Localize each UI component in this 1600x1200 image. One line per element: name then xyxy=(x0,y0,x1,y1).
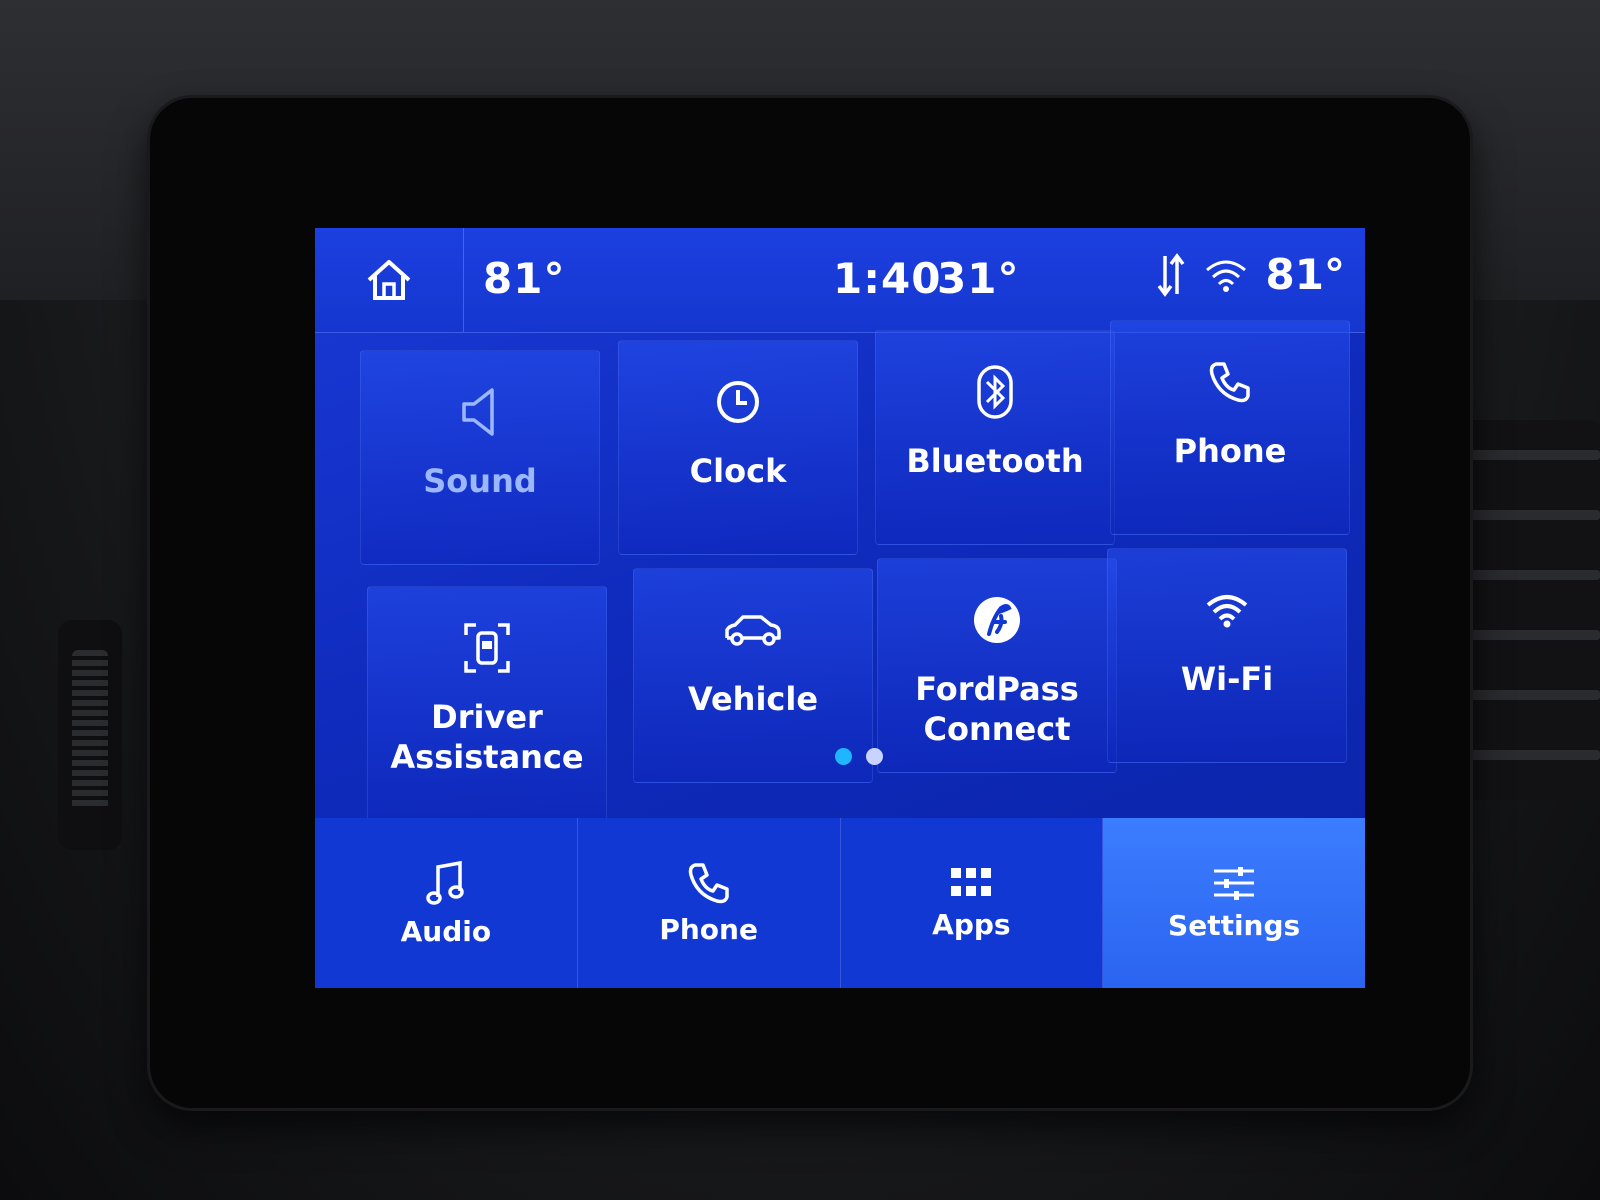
nav-label: Phone xyxy=(659,912,758,946)
nav-label: Audio xyxy=(400,914,492,948)
vent-slat xyxy=(1470,450,1600,460)
left-control-knob xyxy=(58,620,122,850)
page-dot[interactable] xyxy=(866,748,883,765)
nav-audio[interactable]: Audio xyxy=(315,818,578,988)
phone-icon xyxy=(688,862,729,903)
driver-assist-icon xyxy=(464,623,510,673)
bluetooth-icon xyxy=(977,365,1013,419)
apps-grid-icon xyxy=(951,867,992,896)
status-icons: 81° xyxy=(1156,250,1345,299)
vent-slat xyxy=(1470,690,1600,700)
tile-driver-assistance[interactable]: Driver Assistance xyxy=(367,586,607,821)
inside-temperature: 31° xyxy=(937,254,1020,303)
knob-grip xyxy=(72,650,108,810)
tile-label: Wi-Fi xyxy=(1180,660,1274,698)
vent-slat xyxy=(1470,570,1600,580)
nav-phone[interactable]: Phone xyxy=(578,818,841,988)
tile-sound[interactable]: Sound xyxy=(360,350,600,565)
page-indicator xyxy=(835,748,883,765)
outside-temperature-right: 81° xyxy=(1265,250,1345,299)
tile-clock[interactable]: Clock xyxy=(618,340,858,555)
car-icon xyxy=(725,615,781,646)
tile-label: Bluetooth xyxy=(906,442,1084,480)
phone-icon xyxy=(1209,362,1250,403)
page-dot-active[interactable] xyxy=(835,748,852,765)
tile-bluetooth[interactable]: Bluetooth xyxy=(875,330,1115,545)
vent-slat xyxy=(1470,750,1600,760)
vent-slat xyxy=(1470,510,1600,520)
tile-fordpass-connect[interactable]: FordPass Connect xyxy=(877,558,1117,773)
home-icon xyxy=(367,260,411,300)
nav-label: Apps xyxy=(932,907,1011,941)
tile-wifi[interactable]: Wi-Fi xyxy=(1107,548,1347,763)
tile-label: Sound xyxy=(423,462,537,500)
wifi-icon xyxy=(1206,595,1248,628)
fordpass-icon xyxy=(974,597,1020,643)
home-button[interactable] xyxy=(315,228,464,332)
wifi-status-icon xyxy=(1205,260,1246,292)
sliders-icon xyxy=(1214,866,1255,900)
data-transfer-icon xyxy=(1157,252,1184,297)
infotainment-screen: 81° 1:40 31° 81° Sound Clock Bluetooth P… xyxy=(315,228,1365,988)
tile-label: Clock xyxy=(689,452,787,490)
nav-apps[interactable]: Apps xyxy=(841,818,1104,988)
tile-label: FordPass Connect xyxy=(915,670,1079,748)
nav-label: Settings xyxy=(1168,908,1301,942)
tile-label: Phone xyxy=(1173,432,1287,470)
tile-label: Driver Assistance xyxy=(390,698,584,776)
clock-time: 1:40 xyxy=(833,254,942,303)
clock-icon xyxy=(717,381,759,423)
tile-label: Vehicle xyxy=(687,680,819,718)
status-bar: 81° 1:40 31° 81° xyxy=(315,228,1365,333)
outside-temperature: 81° xyxy=(483,254,566,303)
music-note-icon xyxy=(426,860,464,905)
speaker-icon xyxy=(462,388,494,436)
tile-phone[interactable]: Phone xyxy=(1110,320,1350,535)
air-vent xyxy=(1460,420,1600,800)
vent-slat xyxy=(1470,630,1600,640)
nav-settings[interactable]: Settings xyxy=(1103,818,1365,988)
bottom-navigation: Audio Phone Apps Settings xyxy=(315,818,1365,988)
